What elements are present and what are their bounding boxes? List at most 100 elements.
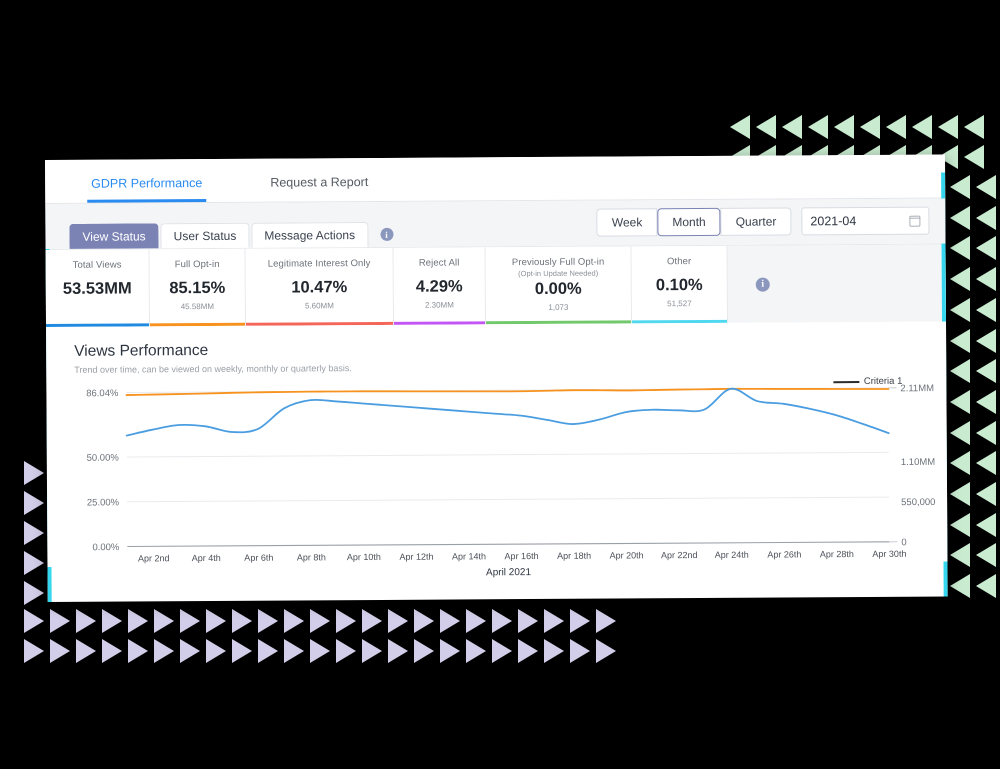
date-picker-value: 2021-04 [810,214,857,229]
kpi-card: Full Opt-in 85.15% 45.58MM [149,248,247,327]
decorative-triangle [308,636,334,666]
decorative-triangle [568,636,594,666]
decorative-triangle [974,264,1000,294]
decorative-triangle [490,606,516,636]
decorative-triangle [974,233,1000,263]
decorative-triangle [438,636,464,666]
decorative-triangle [490,636,516,666]
period-week-button[interactable]: Week [596,208,658,237]
kpi-label: Other [666,256,692,268]
info-icon-tabs[interactable]: i [379,227,394,241]
y-axis-right-tick-label: 0 [901,537,906,548]
y-axis-right-tick-label: 2.11MM [900,383,934,394]
decorative-triangle [334,636,360,666]
decorative-triangle [542,606,568,636]
decorative-triangle [948,510,974,540]
decorative-triangle [412,636,438,666]
decorative-triangle [438,606,464,636]
decorative-triangle [948,448,974,478]
decorative-triangle [204,636,230,666]
decorative-triangle [974,295,1000,325]
decorative-triangle [948,295,974,325]
decorative-triangle [936,112,962,142]
decorative-triangle [100,636,126,666]
period-button-group: Week Month Quarter [596,207,792,237]
decorative-triangle [152,606,178,636]
kpi-value: 0.10% [655,275,703,295]
chart-subtitle: Trend over time, can be viewed on weekly… [74,363,352,375]
calendar-icon [909,215,921,227]
decorative-triangle [22,488,48,518]
decorative-triangle [204,606,230,636]
y-axis-left-tick-label: 25.00% [87,497,120,508]
x-axis-tick-label: Apr 4th [192,553,221,563]
decorative-triangle [386,636,412,666]
info-icon-kpi[interactable]: i [755,277,770,292]
decorative-triangle [74,606,100,636]
decorative-triangle [230,636,256,666]
decorative-triangle [962,142,988,172]
kpi-label: Total Views [72,259,122,271]
chart-gridline [126,451,889,458]
x-axis-tick-label: Apr 8th [297,552,326,562]
decorative-triangle [780,112,806,142]
decorative-triangle [178,636,204,666]
tab-request-a-report[interactable]: Request a Report [266,175,372,202]
decorative-triangle [974,356,1000,386]
kpi-value: 85.15% [169,278,226,298]
y-axis-left-tick-label: 0.00% [92,542,120,553]
kpi-secondary-value [54,302,141,312]
decorative-triangle [948,571,974,601]
decorative-triangle [974,326,1000,356]
period-quarter-button[interactable]: Quarter [720,207,792,236]
chart-title: Views Performance [74,342,209,360]
x-axis-tick-label: Apr 30th [872,549,906,559]
decorative-triangles-right [948,172,1000,602]
decorative-triangle [126,606,152,636]
kpi-value: 0.00% [534,279,582,299]
decorative-triangle [542,636,568,666]
x-axis-tick-label: Apr 24th [715,550,749,560]
period-month-button[interactable]: Month [657,207,721,237]
x-axis-tick-label: Apr 2nd [138,553,170,563]
date-picker[interactable]: 2021-04 [801,206,930,236]
tab-user-status[interactable]: User Status [160,222,250,249]
kpi-row-spacer: i [727,244,947,323]
legend-label-criteria-1: Criteria 1 [863,375,903,388]
decorative-triangle [948,172,974,202]
decorative-triangle [256,606,282,636]
kpi-card: Previously Full Opt-in (Opt-in Update Nee… [485,246,633,325]
decorative-triangle [360,636,386,666]
decorative-triangle [516,636,542,666]
kpi-card: Legitimate Interest Only 10.47% 5.60MM [245,247,395,326]
kpi-label: Full Opt-in [174,258,220,271]
chart-gridline [127,541,890,548]
tab-message-actions[interactable]: Message Actions [251,222,369,248]
decorative-triangle [858,112,884,142]
chart-panel: Views Performance Trend over time, can b… [46,321,948,578]
y-axis-right-tick-label: 550,000 [901,497,935,508]
decorative-triangle [832,112,858,142]
tab-view-status[interactable]: View Status [69,223,159,249]
decorative-triangle [806,112,832,142]
decorative-triangle [974,510,1000,540]
kpi-card: Total Views 53.53MM [45,249,151,327]
decorative-triangle [948,233,974,263]
x-axis-tick-label: Apr 22nd [661,550,698,560]
decorative-triangle [884,112,910,142]
decorative-triangle [948,479,974,509]
decorative-triangle [282,636,308,666]
tab-gdpr-performance[interactable]: GDPR Performance [87,176,207,203]
decorative-triangle [22,578,48,608]
decorative-triangle [464,636,490,666]
legend-line-icon [833,380,860,383]
y-axis-left-tick-label: 50.00% [87,453,120,464]
x-axis-tick-label: Apr 12th [399,552,433,562]
x-axis-tick-label: Apr 20th [610,550,644,560]
decorative-triangles-bottom [22,606,642,666]
decorative-triangle [974,448,1000,478]
decorative-triangle [386,606,412,636]
decorative-triangle [360,606,386,636]
decorative-triangle [948,540,974,570]
x-axis-tick-label: Apr 26th [767,549,801,559]
